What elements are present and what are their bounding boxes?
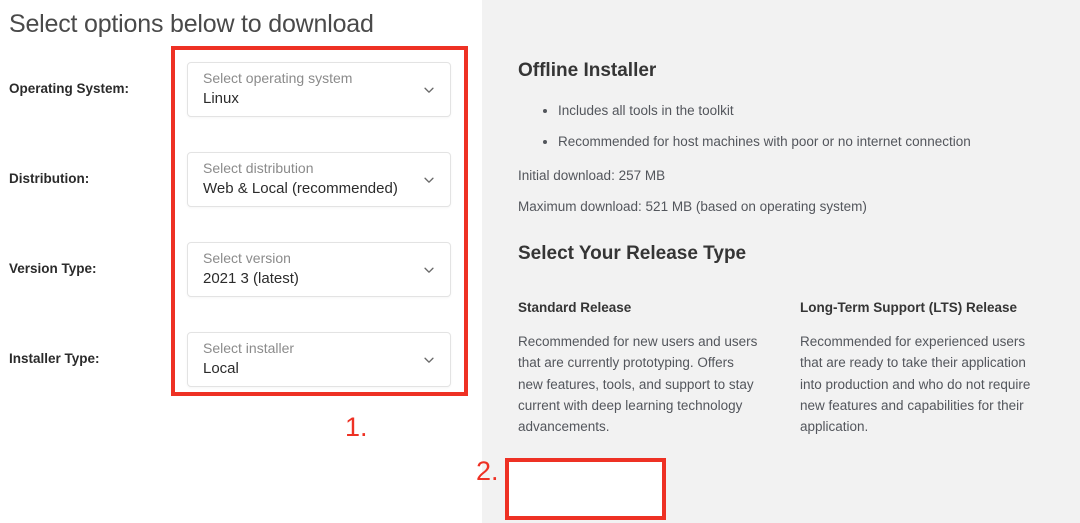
dropdown-placeholder-version-type: Select version	[203, 250, 291, 266]
dropdown-value-distribution: Web & Local (recommended)	[203, 180, 398, 197]
list-item: Recommended for host machines with poor …	[558, 132, 971, 152]
dropdown-placeholder-operating-system: Select operating system	[203, 70, 353, 86]
label-installer-type: Installer Type:	[9, 351, 100, 366]
release-column-lts: Long-Term Support (LTS) Release Recommen…	[800, 300, 1043, 438]
chevron-down-icon	[422, 173, 436, 187]
installer-info-content: Offline Installer Includes all tools in …	[518, 0, 1080, 523]
list-item: Includes all tools in the toolkit	[558, 101, 971, 121]
page-title: Select options below to download	[9, 10, 374, 38]
maximum-download-size: Maximum download: 521 MB (based on opera…	[518, 199, 867, 214]
initial-download-size: Initial download: 257 MB	[518, 168, 666, 183]
options-form-pane: Select options below to download Operati…	[0, 0, 482, 523]
offline-installer-heading: Offline Installer	[518, 60, 657, 81]
download-button[interactable]: Download	[550, 478, 663, 511]
label-version-type: Version Type:	[9, 261, 97, 276]
dropdown-placeholder-installer-type: Select installer	[203, 340, 295, 356]
download-options-page: Select options below to download Operati…	[0, 0, 1080, 523]
form-row-version-type: Version Type: Select version 2021 3 (lat…	[0, 235, 482, 325]
form-rows: Operating System: Select operating syste…	[0, 55, 482, 415]
label-operating-system: Operating System:	[9, 81, 130, 96]
dropdown-version-type[interactable]: Select version 2021 3 (latest)	[187, 242, 451, 297]
dropdown-distribution[interactable]: Select distribution Web & Local (recomme…	[187, 152, 451, 207]
release-column-standard: Standard Release Recommended for new use…	[518, 300, 761, 438]
installer-info-pane: Offline Installer Includes all tools in …	[482, 0, 1080, 523]
standard-release-title: Standard Release	[518, 300, 632, 315]
dropdown-operating-system[interactable]: Select operating system Linux	[187, 62, 451, 117]
dropdown-value-installer-type: Local	[203, 360, 239, 377]
chevron-down-icon	[422, 353, 436, 367]
form-row-installer-type: Installer Type: Select installer Local	[0, 325, 482, 415]
dropdown-placeholder-distribution: Select distribution	[203, 160, 314, 176]
dropdown-value-version-type: 2021 3 (latest)	[203, 270, 299, 287]
form-row-operating-system: Operating System: Select operating syste…	[0, 55, 482, 145]
form-row-distribution: Distribution: Select distribution Web & …	[0, 145, 482, 235]
offline-installer-bullets: Includes all tools in the toolkit Recomm…	[540, 101, 971, 162]
release-type-heading: Select Your Release Type	[518, 243, 747, 264]
chevron-down-icon	[422, 83, 436, 97]
dropdown-value-operating-system: Linux	[203, 90, 239, 107]
chevron-down-icon	[422, 263, 436, 277]
release-type-columns: Standard Release Recommended for new use…	[518, 300, 1078, 438]
lts-release-title: Long-Term Support (LTS) Release	[800, 300, 1018, 315]
label-distribution: Distribution:	[9, 171, 90, 186]
dropdown-installer-type[interactable]: Select installer Local	[187, 332, 451, 387]
lts-release-description: Recommended for experienced users that a…	[800, 334, 1031, 435]
standard-release-description: Recommended for new users and users that…	[518, 334, 758, 435]
